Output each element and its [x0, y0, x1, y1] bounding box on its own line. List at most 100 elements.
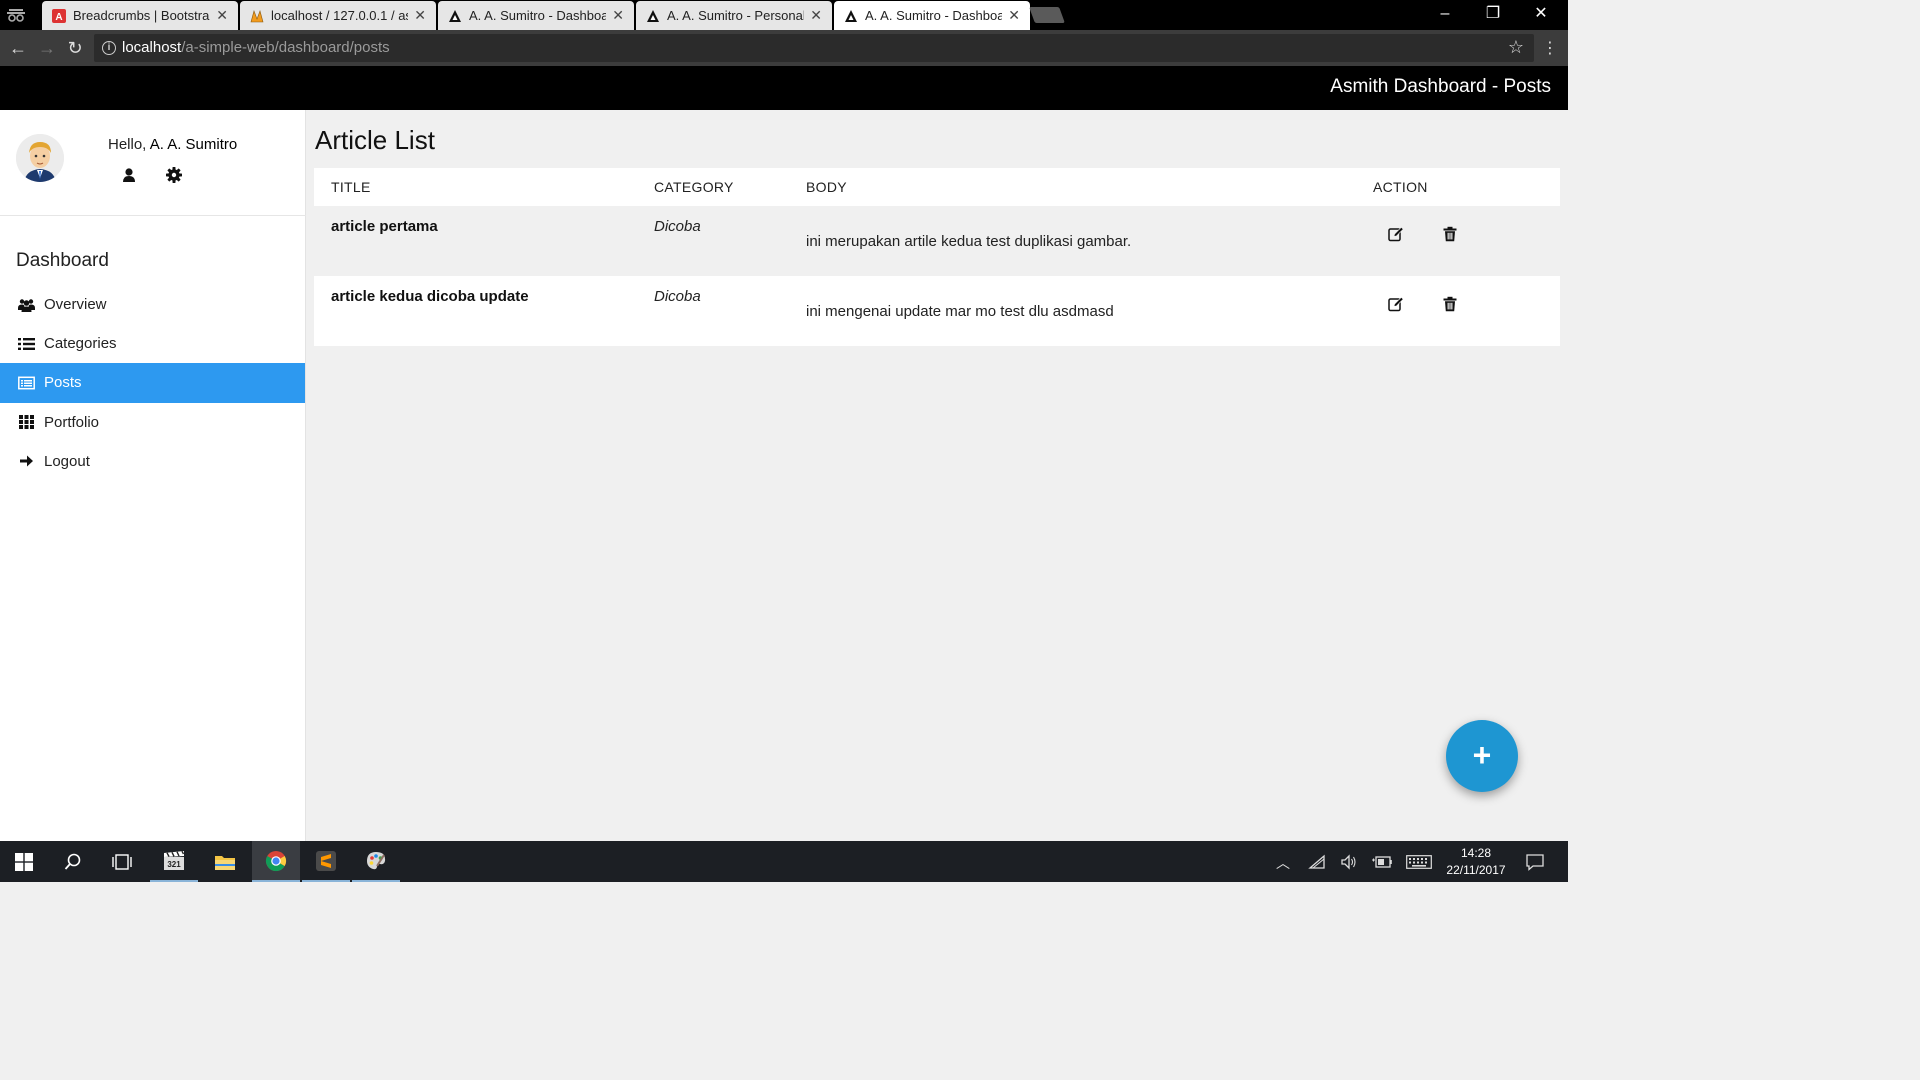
- keyboard-icon[interactable]: [1406, 855, 1432, 869]
- app-header: Asmith Dashboard - Posts: [0, 66, 1568, 110]
- edit-icon[interactable]: [1388, 226, 1404, 242]
- browser-tab[interactable]: A. A. Sumitro - Dashboar ✕: [438, 1, 634, 30]
- taskbar: 321 ︿ 14:28 22/11/2017: [0, 841, 1568, 882]
- browser-toolbar: ← → ↻ i localhost/a-simple-web/dashboard…: [0, 30, 1568, 66]
- greeting-text: Hello,: [108, 136, 150, 153]
- url-text: localhost/a-simple-web/dashboard/posts: [122, 39, 390, 56]
- url-path: /a-simple-web/dashboard/posts: [181, 39, 390, 56]
- notification-icon[interactable]: [1526, 853, 1544, 871]
- page-title: Article List: [315, 125, 435, 155]
- tab-label: A. A. Sumitro - Dashboar: [865, 8, 1003, 23]
- table-row: article kedua dicoba update Dicoba ini m…: [314, 276, 1560, 346]
- close-icon[interactable]: ✕: [810, 7, 822, 24]
- posts-icon: [18, 376, 35, 390]
- trash-icon[interactable]: [1442, 296, 1458, 312]
- clock-date: 22/11/2017: [1446, 863, 1506, 877]
- main-content: Article List TITLE CATEGORY BODY ACTION …: [306, 110, 1568, 841]
- wifi-icon[interactable]: [1308, 854, 1326, 870]
- svg-text:321: 321: [167, 860, 181, 869]
- info-icon[interactable]: i: [102, 41, 116, 55]
- sidebar-item-label: Portfolio: [44, 413, 100, 431]
- kebab-menu-icon[interactable]: ⋮: [1542, 38, 1558, 58]
- address-bar[interactable]: i localhost/a-simple-web/dashboard/posts…: [94, 34, 1534, 62]
- column-header-title: TITLE: [314, 168, 654, 206]
- browser-tab-active[interactable]: A. A. Sumitro - Dashboar ✕: [834, 1, 1030, 30]
- sidebar-item-posts[interactable]: Posts: [0, 363, 305, 403]
- action-cell: [1373, 276, 1560, 346]
- gear-icon[interactable]: [165, 166, 183, 184]
- close-icon[interactable]: ✕: [612, 7, 624, 24]
- sidebar-item-label: Logout: [44, 452, 90, 470]
- column-header-category: CATEGORY: [654, 168, 806, 206]
- arrow-right-icon: [18, 454, 35, 468]
- close-window-button[interactable]: ✕: [1518, 4, 1564, 26]
- article-category: Dicoba: [654, 276, 806, 346]
- avatar-image: [16, 134, 64, 182]
- chevron-up-icon[interactable]: ︿: [1276, 853, 1290, 873]
- sidebar-menu: Overview Categories Posts Portfolio Logo…: [0, 285, 305, 481]
- back-button[interactable]: ←: [7, 37, 29, 59]
- browser-tab[interactable]: localhost / 127.0.0.1 / as ✕: [240, 1, 436, 30]
- article-category: Dicoba: [654, 206, 806, 276]
- action-cell: [1373, 206, 1560, 276]
- article-table: TITLE CATEGORY BODY ACTION article perta…: [314, 168, 1560, 346]
- volume-icon[interactable]: [1340, 854, 1358, 870]
- sidebar-item-label: Categories: [44, 335, 117, 353]
- forward-button[interactable]: →: [36, 37, 58, 59]
- edit-icon[interactable]: [1388, 296, 1404, 312]
- sidebar-item-overview[interactable]: Overview: [0, 285, 305, 324]
- reload-button[interactable]: ↻: [64, 37, 86, 59]
- sidebar-item-label: Posts: [44, 374, 82, 392]
- star-icon[interactable]: ☆: [1508, 37, 1524, 58]
- column-header-body: BODY: [806, 168, 1373, 206]
- battery-icon[interactable]: [1372, 855, 1392, 869]
- taskbar-app-explorer[interactable]: [201, 841, 249, 882]
- user-icon[interactable]: [120, 166, 138, 184]
- new-tab-button[interactable]: [1029, 7, 1065, 23]
- sidebar-item-portfolio[interactable]: Portfolio: [0, 403, 305, 442]
- sidebar-item-label: Overview: [44, 296, 107, 314]
- search-icon: [64, 853, 81, 870]
- taskbar-clock[interactable]: 14:28 22/11/2017: [1440, 845, 1512, 879]
- trash-icon[interactable]: [1442, 226, 1458, 242]
- taskbar-app-sublime[interactable]: [302, 841, 350, 882]
- grid-icon: [18, 415, 35, 430]
- article-body: ini merupakan artile kedua test duplikas…: [806, 206, 1373, 276]
- clapperboard-icon: 321: [164, 850, 185, 870]
- incognito-icon[interactable]: [6, 6, 26, 24]
- url-host: localhost: [122, 39, 182, 56]
- sidebar: Hello, A. A. Sumitro Dashboard Overview: [0, 110, 306, 841]
- table-header-row: TITLE CATEGORY BODY ACTION: [314, 168, 1560, 206]
- close-icon[interactable]: ✕: [1008, 7, 1020, 24]
- close-icon[interactable]: ✕: [414, 7, 426, 24]
- taskbar-app-video[interactable]: 321: [150, 841, 198, 882]
- profile-panel: Hello, A. A. Sumitro: [0, 110, 306, 216]
- tab-label: A. A. Sumitro - Dashboar: [469, 8, 607, 23]
- browser-tabstrip: A Breadcrumbs | Bootstrap ✕ localhost / …: [0, 0, 1568, 30]
- add-post-button[interactable]: +: [1446, 720, 1518, 792]
- menu-heading: Dashboard: [16, 250, 109, 271]
- svg-text:A: A: [55, 12, 62, 23]
- taskbar-app-paint[interactable]: [352, 841, 400, 882]
- start-button[interactable]: [0, 841, 48, 882]
- sidebar-item-logout[interactable]: Logout: [0, 442, 305, 481]
- table-row: article pertama Dicoba ini merupakan art…: [314, 206, 1560, 276]
- task-view-icon: [112, 853, 132, 870]
- angular-icon: A: [52, 8, 66, 23]
- sidebar-item-categories[interactable]: Categories: [0, 324, 305, 363]
- taskbar-app-chrome[interactable]: [252, 841, 300, 882]
- search-button[interactable]: [49, 841, 97, 882]
- task-view-button[interactable]: [98, 841, 146, 882]
- restore-button[interactable]: ❐: [1470, 4, 1516, 26]
- palette-icon: [367, 851, 386, 869]
- chrome-icon: [265, 850, 287, 871]
- browser-tab[interactable]: A. A. Sumitro - Personal ✕: [636, 1, 832, 30]
- site-icon: [647, 9, 659, 22]
- site-icon: [449, 9, 461, 22]
- browser-tab[interactable]: A Breadcrumbs | Bootstrap ✕: [42, 1, 238, 30]
- close-icon[interactable]: ✕: [216, 7, 228, 24]
- phpmyadmin-icon: [250, 9, 264, 22]
- sublime-icon: [316, 850, 336, 871]
- minimize-button[interactable]: –: [1422, 4, 1468, 26]
- folder-icon: [215, 855, 235, 870]
